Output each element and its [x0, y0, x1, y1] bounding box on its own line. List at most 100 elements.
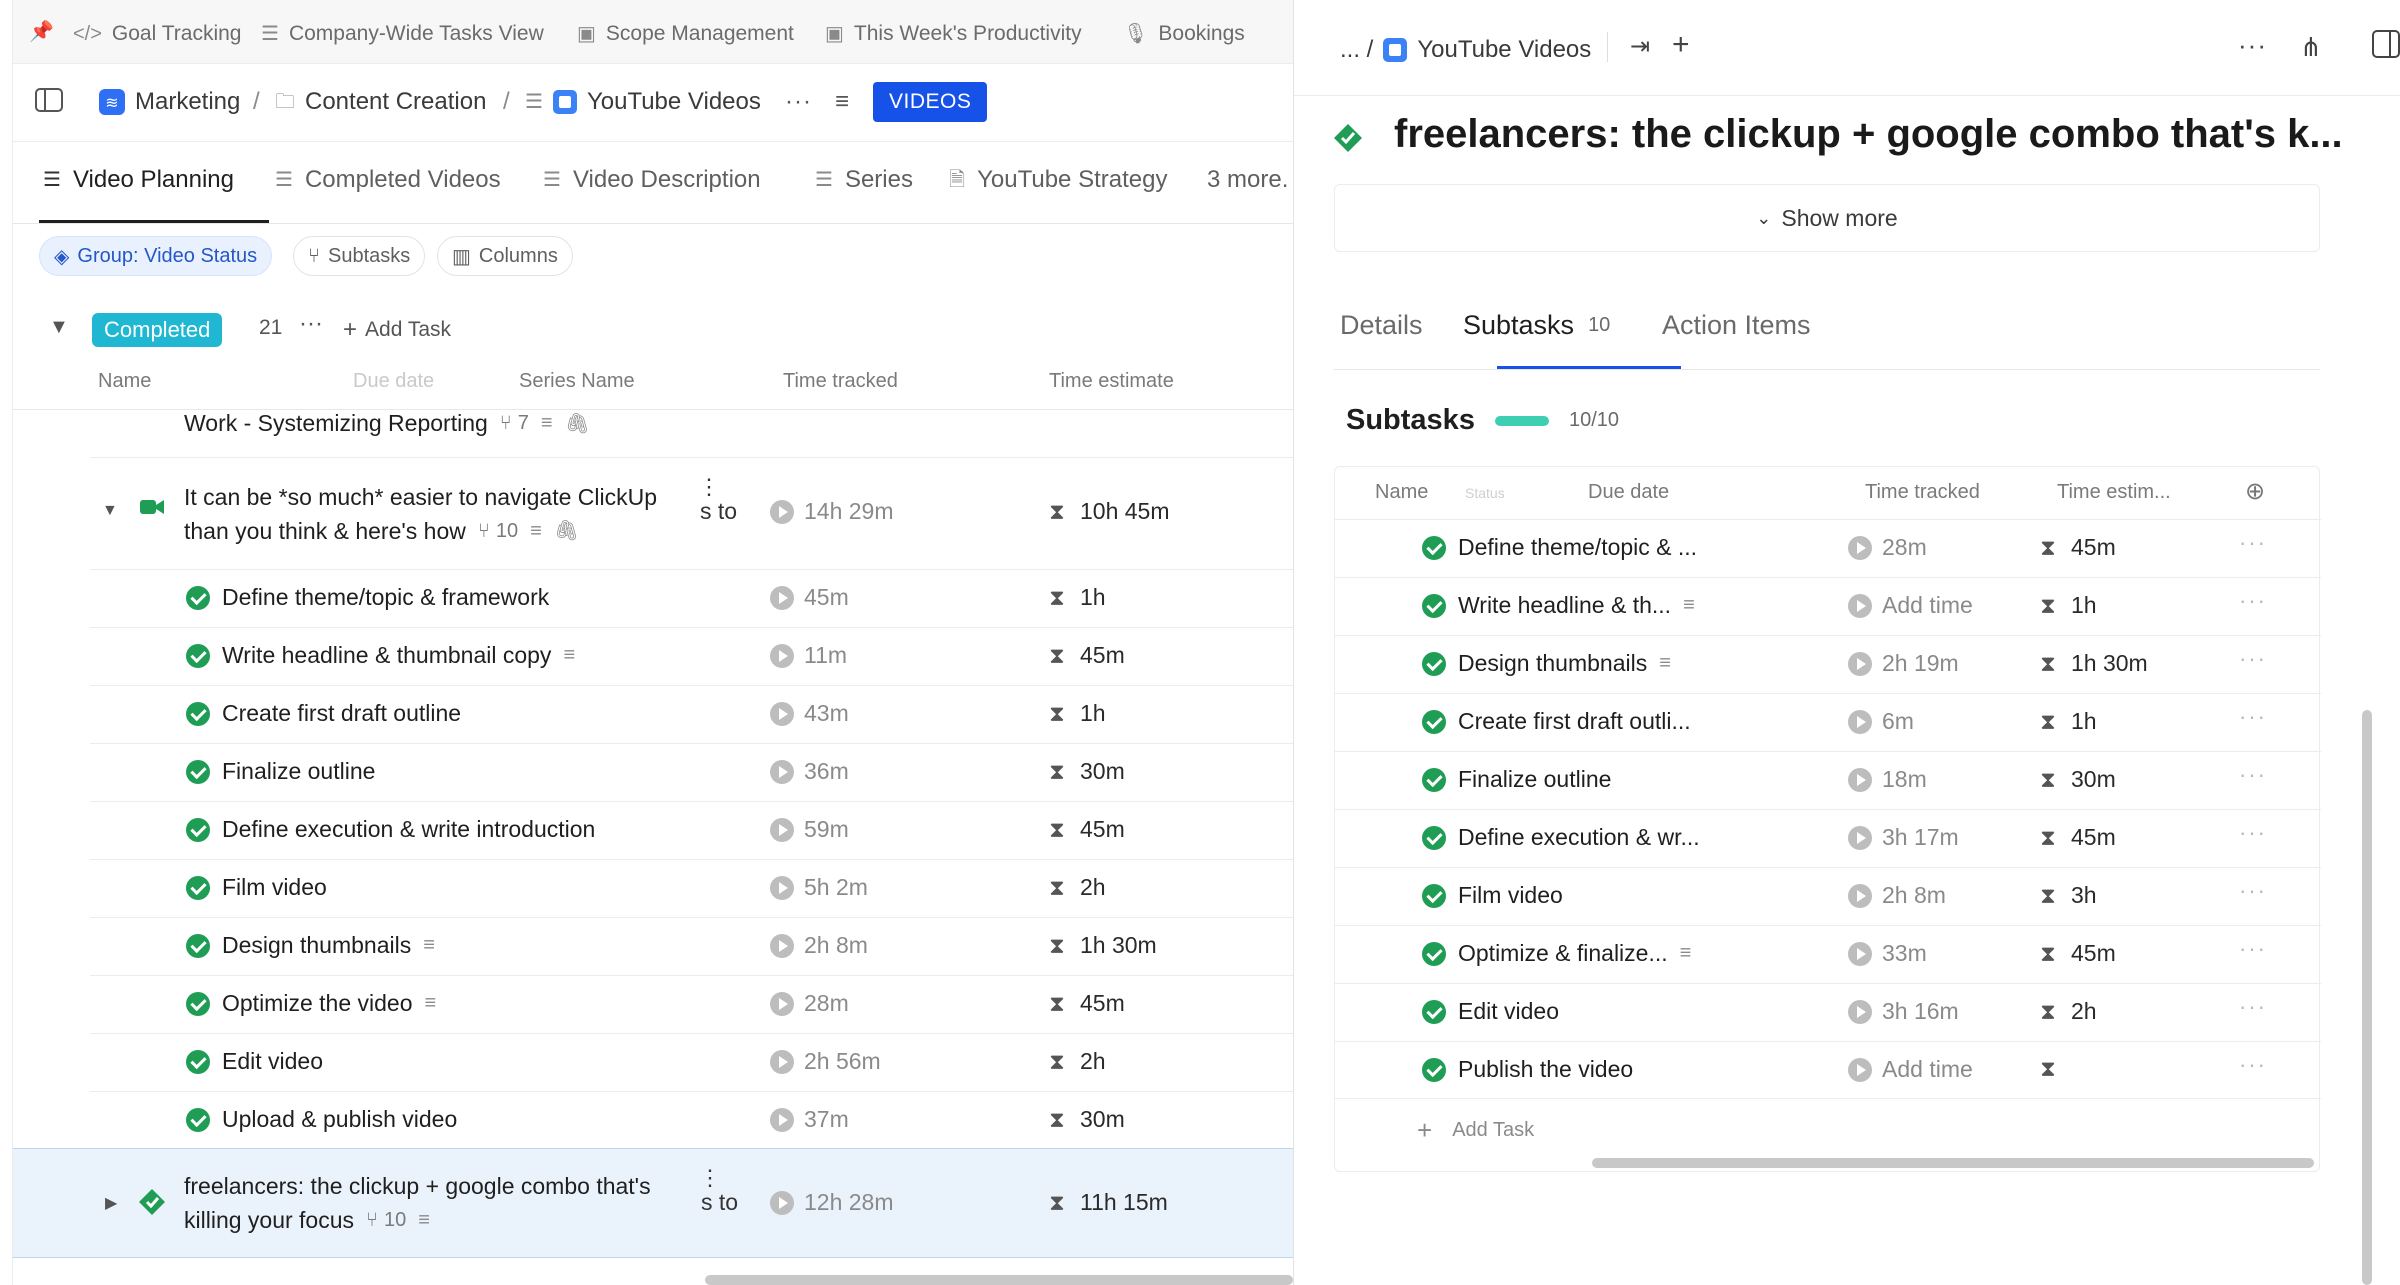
- more-options-icon[interactable]: ···: [2238, 30, 2267, 61]
- time-tracked-cell[interactable]: 2h 56m: [770, 1048, 881, 1075]
- tab-action-items[interactable]: Action Items: [1662, 310, 1811, 341]
- column-series-name[interactable]: Series Name: [519, 370, 635, 393]
- horizontal-scrollbar[interactable]: [705, 1275, 1293, 1285]
- check-icon[interactable]: [1422, 999, 1446, 1024]
- time-estimate-cell[interactable]: ⧗ 45m: [2037, 824, 2115, 851]
- time-tracked-cell[interactable]: 12h 28m: [770, 1189, 894, 1216]
- subtask-row[interactable]: Finalize outline 18m ⧗ 30m ···: [1335, 751, 2321, 809]
- check-icon[interactable]: [186, 875, 210, 900]
- time-tracked-cell[interactable]: 6m: [1848, 708, 1914, 735]
- check-icon[interactable]: [186, 643, 210, 668]
- favorite-scope-management[interactable]: ▣ Scope Management: [577, 22, 794, 46]
- time-tracked-cell[interactable]: 36m: [770, 758, 849, 785]
- row-more-icon[interactable]: ···: [2239, 704, 2267, 730]
- favorite-goal-tracking[interactable]: </> Goal Tracking: [73, 22, 241, 46]
- time-tracked-cell[interactable]: 28m: [1848, 534, 1927, 561]
- time-estimate-cell[interactable]: ⧗ 45m: [1046, 816, 1124, 843]
- subtask-row[interactable]: Create first draft outli... 6m ⧗ 1h ···: [1335, 693, 2321, 751]
- table-row[interactable]: Write headline & thumbnail copy ≡ 11m ⧗ 45…: [90, 628, 1293, 686]
- time-tracked-cell[interactable]: 11m: [770, 642, 847, 669]
- tab-details[interactable]: Details: [1340, 310, 1423, 341]
- check-icon[interactable]: [1422, 767, 1446, 792]
- panel-breadcrumb[interactable]: ... / YouTube Videos: [1340, 36, 1591, 64]
- time-tracked-cell[interactable]: 33m: [1848, 940, 1927, 967]
- column-name[interactable]: Name: [1375, 481, 1428, 504]
- time-estimate-cell[interactable]: ⧗ 30m: [1046, 1106, 1124, 1133]
- task-status-icon[interactable]: [1334, 124, 1362, 157]
- move-task-icon[interactable]: ⇥: [1630, 32, 1650, 61]
- time-tracked-cell[interactable]: 2h 8m: [770, 932, 868, 959]
- row-more-icon[interactable]: ···: [2239, 1052, 2267, 1078]
- time-estimate-cell[interactable]: ⧗ 1h: [1046, 584, 1105, 611]
- table-row-parent[interactable]: ▼ It can be *so much* easier to navigate…: [90, 458, 1293, 570]
- subtasks-horizontal-scrollbar[interactable]: [1592, 1158, 2314, 1168]
- check-icon[interactable]: [186, 1107, 210, 1132]
- time-tracked-cell[interactable]: 37m: [770, 1106, 849, 1133]
- collapse-caret-icon[interactable]: ▼: [49, 316, 69, 339]
- status-badge[interactable]: Completed: [92, 313, 223, 347]
- row-more-icon[interactable]: ···: [2239, 994, 2267, 1020]
- table-row[interactable]: Create first draft outline 43m ⧗ 1h: [90, 686, 1293, 744]
- time-estimate-cell[interactable]: ⧗ 1h: [2037, 708, 2096, 735]
- time-estimate-cell[interactable]: ⧗: [2037, 1056, 2071, 1082]
- check-icon[interactable]: [1422, 535, 1446, 560]
- subtask-row[interactable]: Film video 2h 8m ⧗ 3h ···: [1335, 867, 2321, 925]
- time-estimate-cell[interactable]: ⧗ 45m: [2037, 940, 2115, 967]
- columns-chip[interactable]: ▥ Columns: [437, 236, 573, 276]
- subtask-row[interactable]: Define theme/topic & ... 28m ⧗ 45m ···: [1335, 519, 2321, 577]
- time-estimate-cell[interactable]: ⧗ 45m: [1046, 642, 1124, 669]
- table-row[interactable]: Define execution & write introduction 59…: [90, 802, 1293, 860]
- list-tag-badge[interactable]: VIDEOS: [873, 82, 988, 122]
- table-row[interactable]: Design thumbnails ≡ 2h 8m ⧗ 1h 30m: [90, 918, 1293, 976]
- group-more-icon[interactable]: ···: [299, 310, 323, 338]
- time-tracked-cell[interactable]: 5h 2m: [770, 874, 868, 901]
- favorite-bookings[interactable]: 🎙 Bookings: [1123, 22, 1245, 46]
- expand-caret-icon[interactable]: ▼: [102, 502, 118, 520]
- check-icon[interactable]: [1422, 825, 1446, 850]
- column-due-date[interactable]: Due date: [1588, 481, 1669, 504]
- check-icon[interactable]: [1422, 651, 1446, 676]
- table-row[interactable]: Work - Systemizing Reporting ⑂ 7 ≡ 🖇: [90, 410, 1293, 458]
- time-tracked-cell[interactable]: 3h 17m: [1848, 824, 1959, 851]
- panel-vertical-scrollbar[interactable]: [2362, 710, 2372, 1285]
- time-estimate-cell[interactable]: ⧗ 1h 30m: [2037, 650, 2147, 677]
- check-icon[interactable]: [1422, 883, 1446, 908]
- time-tracked-cell[interactable]: Add time: [1848, 592, 1973, 619]
- row-more-icon[interactable]: ···: [2239, 530, 2267, 556]
- time-estimate-cell[interactable]: ⧗ 2h: [1046, 874, 1105, 901]
- subtask-row[interactable]: Optimize & finalize... ≡ 33m ⧗ 45m ···: [1335, 925, 2321, 983]
- status-check-icon[interactable]: [139, 1189, 165, 1220]
- sidebar-toggle-icon[interactable]: [35, 88, 63, 112]
- table-row[interactable]: Optimize the video ≡ 28m ⧗ 45m: [90, 976, 1293, 1034]
- time-tracked-cell[interactable]: 14h 29m: [770, 498, 894, 525]
- add-subtask-button[interactable]: + Add Task: [1417, 1115, 1534, 1146]
- time-tracked-cell[interactable]: 28m: [770, 990, 849, 1017]
- breadcrumb-list[interactable]: ☰ YouTube Videos: [525, 88, 761, 116]
- collapse-panel-icon[interactable]: [2372, 30, 2400, 63]
- breadcrumb-more-icon[interactable]: ···: [785, 88, 812, 116]
- subtask-row[interactable]: Write headline & th... ≡ Add time ⧗ 1h ···: [1335, 577, 2321, 635]
- check-icon[interactable]: [186, 701, 210, 726]
- time-tracked-cell[interactable]: 45m: [770, 584, 849, 611]
- column-time-tracked[interactable]: Time tracked: [1865, 481, 1980, 504]
- time-tracked-cell[interactable]: 3h 16m: [1848, 998, 1959, 1025]
- task-title[interactable]: freelancers: the clickup + google combo …: [1394, 112, 2343, 157]
- expand-caret-icon[interactable]: ▶: [105, 1193, 117, 1213]
- check-icon[interactable]: [186, 991, 210, 1016]
- share-icon[interactable]: ⋔: [2300, 32, 2322, 63]
- check-icon[interactable]: [186, 759, 210, 784]
- show-more-button[interactable]: ⌄ Show more: [1334, 184, 2320, 252]
- column-time-tracked[interactable]: Time tracked: [783, 370, 898, 393]
- column-status[interactable]: Status: [1465, 485, 1505, 501]
- time-estimate-cell[interactable]: ⧗ 30m: [1046, 758, 1124, 785]
- column-name[interactable]: Name: [98, 370, 151, 393]
- add-task-button[interactable]: + Add Task: [343, 316, 451, 344]
- subtask-row[interactable]: Define execution & wr... 3h 17m ⧗ 45m ···: [1335, 809, 2321, 867]
- row-more-icon[interactable]: ···: [2239, 936, 2267, 962]
- check-icon[interactable]: [186, 585, 210, 610]
- subtask-row[interactable]: Publish the video Add time ⧗ ···: [1335, 1041, 2321, 1099]
- column-time-estimate[interactable]: Time estimate: [1049, 370, 1174, 393]
- time-estimate-cell[interactable]: ⧗ 30m: [2037, 766, 2115, 793]
- list-description-icon[interactable]: ≡: [835, 88, 849, 116]
- add-column-icon[interactable]: ⊕: [2245, 477, 2265, 506]
